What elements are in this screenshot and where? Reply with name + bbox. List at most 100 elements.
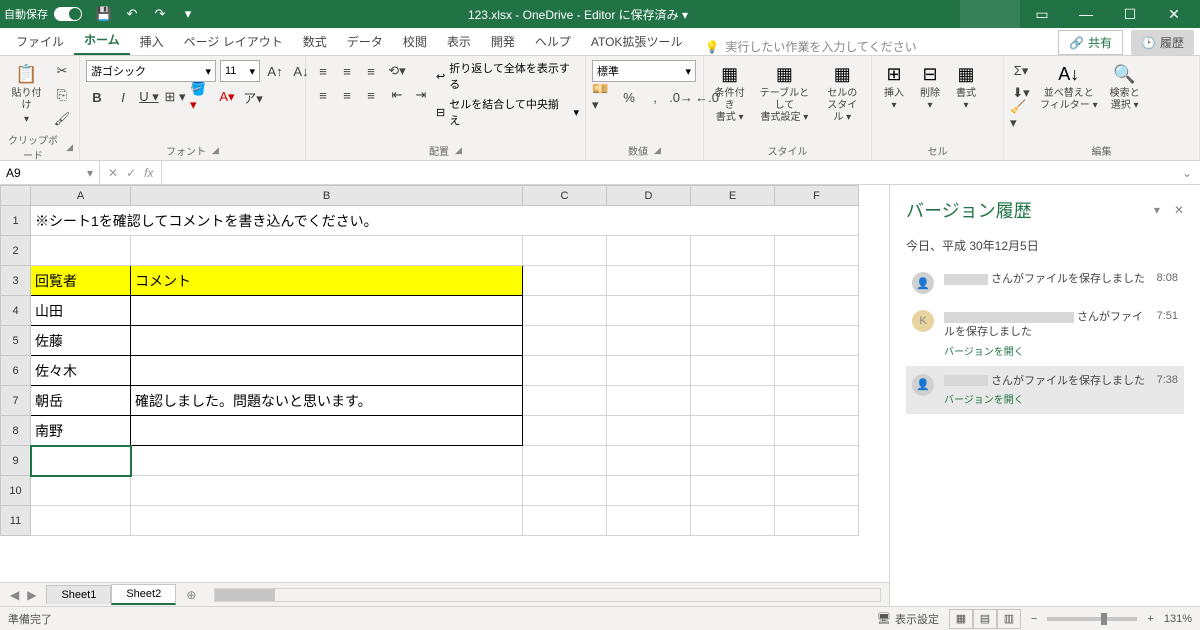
cell[interactable] <box>131 476 523 506</box>
open-version-link[interactable]: バージョンを開く <box>944 391 1147 406</box>
tab-insert[interactable]: 挿入 <box>130 28 174 55</box>
merge-center-button[interactable]: ⊟セルを結合して中央揃え ▾ <box>436 96 579 128</box>
cell[interactable] <box>691 326 775 356</box>
cell[interactable] <box>523 476 607 506</box>
delete-cells-button[interactable]: ⊟削除 ▾ <box>914 60 946 114</box>
cell[interactable] <box>691 446 775 476</box>
cell[interactable] <box>607 356 691 386</box>
tab-review[interactable]: 校閲 <box>393 28 437 55</box>
cell[interactable] <box>523 326 607 356</box>
col-header[interactable]: C <box>523 186 607 206</box>
cell[interactable] <box>775 386 859 416</box>
table-format-button[interactable]: ▦テーブルとして 書式設定 ▾ <box>753 60 815 126</box>
tab-help[interactable]: ヘルプ <box>525 28 581 55</box>
account-icon[interactable] <box>960 0 1020 28</box>
conditional-format-button[interactable]: ▦条件付き 書式 ▾ <box>710 60 749 126</box>
paste-button[interactable]: 📋 貼り付け ▾ <box>6 60 47 128</box>
insert-cells-button[interactable]: ⊞挿入 ▾ <box>878 60 910 114</box>
cell[interactable] <box>31 236 131 266</box>
align-bottom-icon[interactable]: ≡ <box>360 60 382 82</box>
cell[interactable]: 佐々木 <box>31 356 131 386</box>
cell[interactable]: コメント <box>131 266 523 296</box>
cell[interactable]: 南野 <box>31 416 131 446</box>
underline-button[interactable]: U ▾ <box>138 86 160 108</box>
cell[interactable] <box>31 506 131 536</box>
tab-formulas[interactable]: 数式 <box>293 28 337 55</box>
col-header[interactable]: D <box>607 186 691 206</box>
tab-data[interactable]: データ <box>337 28 393 55</box>
cancel-icon[interactable]: ✕ <box>108 166 118 180</box>
bold-button[interactable]: B <box>86 86 108 108</box>
cell[interactable] <box>775 296 859 326</box>
minimize-icon[interactable]: — <box>1064 0 1108 28</box>
row-header[interactable]: 1 <box>1 206 31 236</box>
dialog-launcher-icon[interactable]: ◢ <box>455 145 462 156</box>
zoom-level[interactable]: 131% <box>1164 613 1192 625</box>
cell[interactable] <box>523 506 607 536</box>
panel-close-icon[interactable]: ✕ <box>1174 203 1184 217</box>
percent-icon[interactable]: % <box>618 86 640 108</box>
panel-options-icon[interactable]: ▾ <box>1154 203 1160 217</box>
cut-icon[interactable]: ✂ <box>51 60 73 82</box>
tab-home[interactable]: ホーム <box>74 26 130 55</box>
sheet-nav-next-icon[interactable]: ▶ <box>27 588 36 602</box>
format-painter-icon[interactable]: 🖌 <box>51 108 73 130</box>
row-header[interactable]: 8 <box>1 416 31 446</box>
cell[interactable]: ※シート1を確認してコメントを書き込んでください。 <box>31 206 859 236</box>
comma-icon[interactable]: , <box>644 86 666 108</box>
cell[interactable] <box>691 476 775 506</box>
align-top-icon[interactable]: ≡ <box>312 60 334 82</box>
cell[interactable] <box>523 416 607 446</box>
ribbon-options-icon[interactable]: ▭ <box>1020 0 1064 28</box>
increase-font-icon[interactable]: A↑ <box>264 60 286 82</box>
expand-formula-icon[interactable]: ⌄ <box>1174 166 1200 180</box>
cell[interactable] <box>691 266 775 296</box>
row-header[interactable]: 10 <box>1 476 31 506</box>
sort-filter-button[interactable]: A↓並べ替えと フィルター ▾ <box>1036 60 1102 114</box>
col-header[interactable]: E <box>691 186 775 206</box>
version-entry[interactable]: K さんがファイルを保存しました バージョンを開く 7:51 <box>906 302 1184 366</box>
fill-color-button[interactable]: 🪣▾ <box>190 86 212 108</box>
cell[interactable] <box>691 506 775 536</box>
cell[interactable] <box>607 326 691 356</box>
cell[interactable] <box>691 386 775 416</box>
format-cells-button[interactable]: ▦書式 ▾ <box>950 60 982 114</box>
col-header[interactable]: B <box>131 186 523 206</box>
cell[interactable] <box>607 476 691 506</box>
cell[interactable] <box>607 266 691 296</box>
row-header[interactable]: 3 <box>1 266 31 296</box>
tell-me-search[interactable]: 💡 実行したい作業を入力してください <box>704 38 916 55</box>
version-entry[interactable]: 👤 さんがファイルを保存しました 8:08 <box>906 264 1184 302</box>
align-right-icon[interactable]: ≡ <box>360 84 382 106</box>
phonetic-button[interactable]: ア▾ <box>242 86 264 108</box>
display-settings-button[interactable]: 🖥表示設定 <box>877 611 939 627</box>
zoom-slider[interactable] <box>1047 617 1137 621</box>
cell[interactable] <box>607 416 691 446</box>
col-header[interactable]: A <box>31 186 131 206</box>
cell[interactable] <box>775 416 859 446</box>
tab-developer[interactable]: 開発 <box>481 28 525 55</box>
cell[interactable] <box>131 356 523 386</box>
number-format-select[interactable]: 標準▾ <box>592 60 696 82</box>
open-version-link[interactable]: バージョンを開く <box>944 343 1147 358</box>
cell[interactable] <box>523 236 607 266</box>
cell[interactable] <box>607 386 691 416</box>
row-header[interactable]: 6 <box>1 356 31 386</box>
redo-icon[interactable]: ↷ <box>152 6 168 22</box>
cell[interactable] <box>607 446 691 476</box>
autosave-toggle[interactable]: 自動保存 <box>4 6 82 22</box>
cell[interactable] <box>131 296 523 326</box>
border-button[interactable]: ⊞ ▾ <box>164 86 186 108</box>
cell[interactable]: 佐藤 <box>31 326 131 356</box>
align-middle-icon[interactable]: ≡ <box>336 60 358 82</box>
cell[interactable] <box>523 356 607 386</box>
cell[interactable] <box>607 506 691 536</box>
dialog-launcher-icon[interactable]: ◢ <box>66 142 73 153</box>
orientation-icon[interactable]: ⟲▾ <box>386 60 408 82</box>
cell[interactable]: 確認しました。問題ないと思います。 <box>131 386 523 416</box>
row-header[interactable]: 2 <box>1 236 31 266</box>
cell[interactable] <box>31 476 131 506</box>
cell[interactable] <box>131 446 523 476</box>
qat-more-icon[interactable]: ▾ <box>180 6 196 22</box>
cell[interactable] <box>775 476 859 506</box>
